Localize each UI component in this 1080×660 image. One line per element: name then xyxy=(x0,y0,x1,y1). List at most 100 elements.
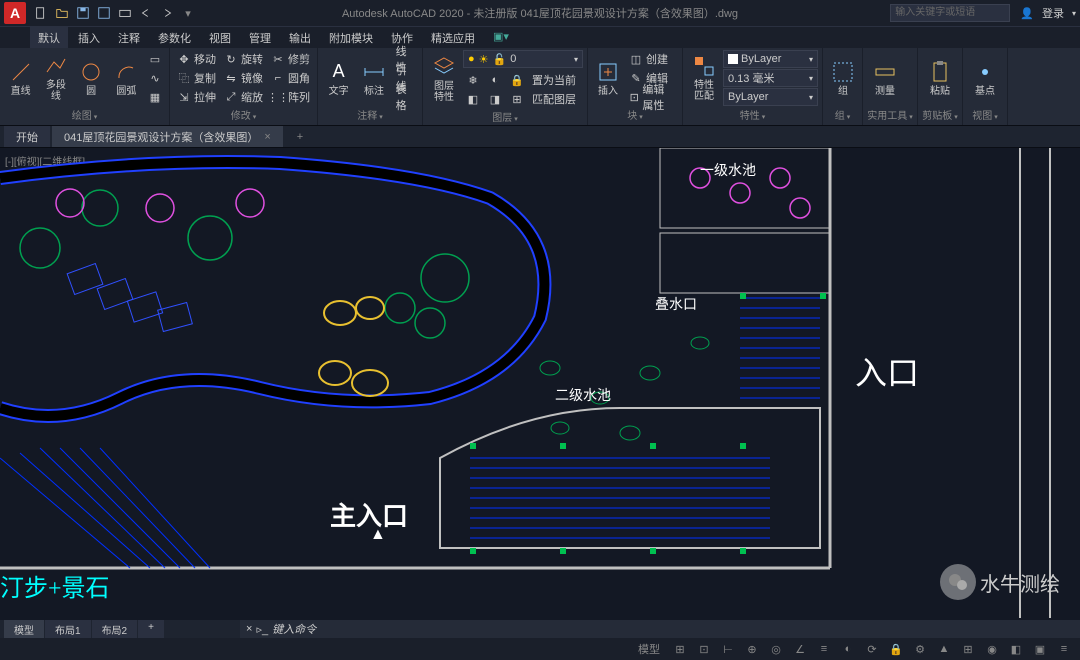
status-units-icon[interactable]: ⊞ xyxy=(958,640,978,658)
fillet-button[interactable]: ⌐圆角 xyxy=(268,69,313,87)
array-button[interactable]: ⋮⋮阵列 xyxy=(268,88,313,106)
command-line[interactable]: × ▹_ 键入命令 xyxy=(240,620,1080,638)
matchlayer-button[interactable]: 匹配图层 xyxy=(529,90,579,108)
status-otrack-icon[interactable]: ∠ xyxy=(790,640,810,658)
tab-featured[interactable]: 精选应用 xyxy=(423,27,483,48)
group-button[interactable]: 组 xyxy=(827,50,859,106)
cmdline-close-icon[interactable]: × xyxy=(246,623,252,635)
qat-new-icon[interactable] xyxy=(32,4,50,22)
setcurrent-button[interactable]: 置为当前 xyxy=(529,71,579,89)
layer-properties-button[interactable]: 图层 特性 xyxy=(427,50,461,108)
layer-tool-6[interactable]: ⊞ xyxy=(507,90,527,108)
layer-tool-2[interactable]: ◐ xyxy=(485,71,505,89)
linetype-dropdown[interactable]: ByLayer▾ xyxy=(723,88,818,106)
draw-misc-2[interactable]: ∿ xyxy=(145,69,165,87)
status-cycling-icon[interactable]: ⟳ xyxy=(862,640,882,658)
status-annotation-icon[interactable]: ▲ xyxy=(934,640,954,658)
status-osnap-icon[interactable]: ◎ xyxy=(766,640,786,658)
layer-tool-5[interactable]: ◨ xyxy=(485,90,505,108)
status-clean-icon[interactable]: ▣ xyxy=(1030,640,1050,658)
create-block-button[interactable]: ◫创建 xyxy=(626,50,678,68)
status-hardware-icon[interactable]: ◉ xyxy=(982,640,1002,658)
draw-misc-1[interactable]: ▭ xyxy=(145,50,165,68)
status-isolate-icon[interactable]: ◧ xyxy=(1006,640,1026,658)
lineweight-dropdown[interactable]: 0.13 毫米▾ xyxy=(723,69,818,87)
drawing-canvas[interactable]: [-][俯视][二维线框] xyxy=(0,148,1080,620)
layer-tool-4[interactable]: ◧ xyxy=(463,90,483,108)
status-customize-icon[interactable]: ≡ xyxy=(1054,640,1074,658)
tab-parametric[interactable]: 参数化 xyxy=(150,27,199,48)
panel-title-groups[interactable]: 组 xyxy=(827,106,858,123)
app-logo[interactable]: A xyxy=(4,2,26,24)
base-button[interactable]: 基点 xyxy=(967,50,1003,106)
status-annoscale-icon[interactable]: 🔒 xyxy=(886,640,906,658)
paste-button[interactable]: 粘贴 xyxy=(922,50,958,106)
tab-insert[interactable]: 插入 xyxy=(70,27,108,48)
tab-output[interactable]: 输出 xyxy=(281,27,319,48)
trim-button[interactable]: ✂修剪 xyxy=(268,50,313,68)
panel-title-block[interactable]: 块 xyxy=(592,106,678,123)
tab-manage[interactable]: 管理 xyxy=(241,27,279,48)
mirror-button[interactable]: ⇋镜像 xyxy=(221,69,266,87)
layer-tool-3[interactable]: 🔒 xyxy=(507,71,527,89)
draw-misc-3[interactable]: ▦ xyxy=(145,88,165,106)
panel-title-view[interactable]: 视图 xyxy=(967,106,1003,123)
tab-view[interactable]: 视图 xyxy=(201,27,239,48)
user-icon[interactable]: 👤 xyxy=(1020,7,1034,20)
panel-title-draw[interactable]: 绘图 xyxy=(4,106,165,123)
qat-dropdown-icon[interactable]: ▾ xyxy=(179,4,197,22)
panel-title-modify[interactable]: 修改 xyxy=(174,106,313,123)
circle-button[interactable]: 圆 xyxy=(75,50,108,106)
tab-addins[interactable]: 附加模块 xyxy=(321,27,381,48)
panel-title-utilities[interactable]: 实用工具 xyxy=(867,106,913,123)
measure-button[interactable]: 测量 xyxy=(867,50,903,106)
text-button[interactable]: A文字 xyxy=(322,50,355,106)
panel-title-annotation[interactable]: 注释 xyxy=(322,106,418,123)
tab-expand-icon[interactable]: ▣▾ xyxy=(485,27,517,48)
qat-save-icon[interactable] xyxy=(74,4,92,22)
polyline-button[interactable]: 多段线 xyxy=(39,50,72,106)
status-transparency-icon[interactable]: ◐ xyxy=(838,640,858,658)
layer-dropdown[interactable]: ●☀🔓0▾ xyxy=(463,50,583,68)
qat-saveas-icon[interactable] xyxy=(95,4,113,22)
status-snap-icon[interactable]: ⊡ xyxy=(694,640,714,658)
line-button[interactable]: 直线 xyxy=(4,50,37,106)
qat-undo-icon[interactable] xyxy=(137,4,155,22)
layout-tab-add[interactable]: + xyxy=(138,620,164,638)
dropdown-icon[interactable]: ▾ xyxy=(1072,9,1076,18)
panel-title-layers[interactable]: 图层 xyxy=(427,108,583,125)
scale-button[interactable]: ⤢缩放 xyxy=(221,88,266,106)
status-lineweight-icon[interactable]: ≡ xyxy=(814,640,834,658)
layout-tab-1[interactable]: 布局1 xyxy=(45,620,91,638)
layout-tab-model[interactable]: 模型 xyxy=(4,620,44,638)
stretch-button[interactable]: ⇲拉伸 xyxy=(174,88,219,106)
panel-title-properties[interactable]: 特性 xyxy=(687,106,818,123)
qat-open-icon[interactable] xyxy=(53,4,71,22)
copy-button[interactable]: ⿻复制 xyxy=(174,69,219,87)
tab-annotate[interactable]: 注释 xyxy=(110,27,148,48)
panel-title-clipboard[interactable]: 剪贴板 xyxy=(922,106,958,123)
tab-document[interactable]: 041屋顶花园景观设计方案（含效果图）× xyxy=(52,126,283,147)
help-search-input[interactable]: 输入关键字或短语 xyxy=(890,4,1010,22)
tab-new-button[interactable]: + xyxy=(285,126,315,147)
color-dropdown[interactable]: ByLayer▾ xyxy=(723,50,818,68)
rotate-button[interactable]: ↻旋转 xyxy=(221,50,266,68)
layout-tab-2[interactable]: 布局2 xyxy=(92,620,138,638)
status-model-button[interactable]: 模型 xyxy=(632,640,666,658)
insert-block-button[interactable]: 插入 xyxy=(592,50,624,106)
status-grid-icon[interactable]: ⊞ xyxy=(670,640,690,658)
qat-redo-icon[interactable] xyxy=(158,4,176,22)
close-icon[interactable]: × xyxy=(264,131,270,143)
table-button[interactable]: 表格 xyxy=(393,88,418,106)
tab-start[interactable]: 开始 xyxy=(4,126,50,147)
tab-default[interactable]: 默认 xyxy=(30,27,68,48)
move-button[interactable]: ✥移动 xyxy=(174,50,219,68)
status-polar-icon[interactable]: ⊕ xyxy=(742,640,762,658)
edit-attr-button[interactable]: ⊡编辑属性 xyxy=(626,88,678,106)
status-ortho-icon[interactable]: ⊢ xyxy=(718,640,738,658)
dimension-button[interactable]: 标注 xyxy=(357,50,390,106)
match-properties-button[interactable]: 特性 匹配 xyxy=(687,50,721,106)
status-workspace-icon[interactable]: ⚙ xyxy=(910,640,930,658)
login-button[interactable]: 登录 xyxy=(1042,5,1064,21)
qat-plot-icon[interactable] xyxy=(116,4,134,22)
